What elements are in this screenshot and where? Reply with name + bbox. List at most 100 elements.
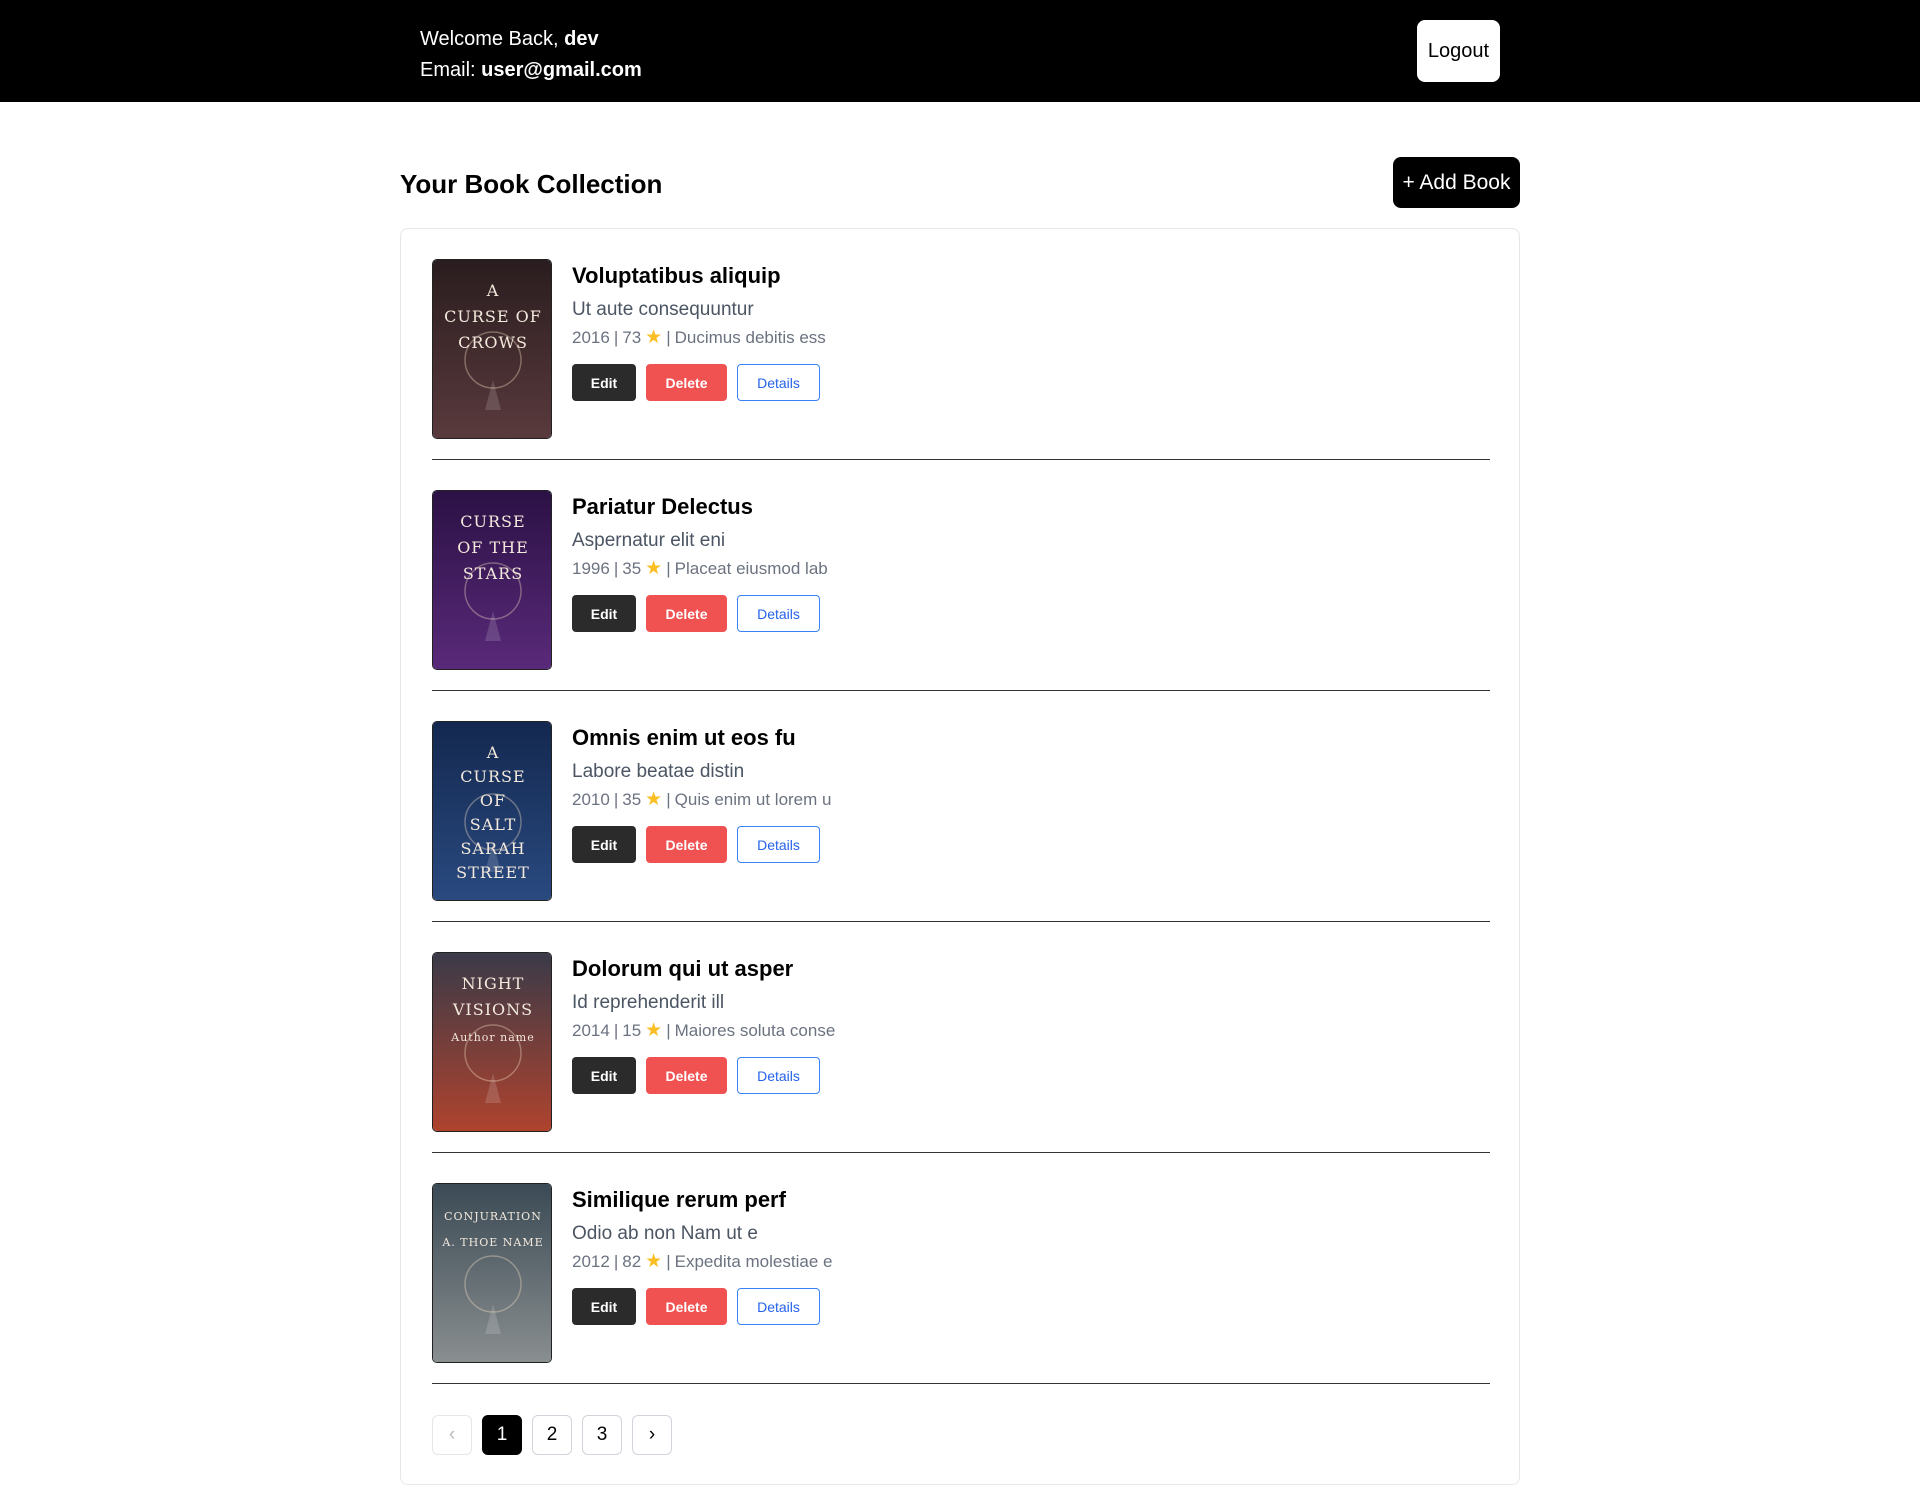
details-button[interactable]: Details <box>737 595 820 632</box>
svg-text:OF: OF <box>480 791 506 810</box>
book-subtitle: Labore beatae distin <box>572 761 745 782</box>
book-cover: CURSE OF THE STARS <box>432 490 552 670</box>
welcome-line: Welcome Back, dev <box>420 24 642 55</box>
email-label: Email: <box>420 59 482 81</box>
details-button[interactable]: Details <box>737 1288 820 1325</box>
separator: | <box>613 1252 619 1271</box>
book-meta: 2010 | 35 ★ | Quis enim ut lorem u <box>572 789 831 811</box>
delete-button[interactable]: Delete <box>646 826 727 863</box>
book-title: Similique rerum perf <box>572 1187 786 1212</box>
details-button[interactable]: Details <box>737 1057 820 1094</box>
svg-text:OF THE: OF THE <box>457 538 529 557</box>
svg-text:SARAH: SARAH <box>460 839 525 858</box>
book-item: A CURSE OF CROWS Voluptatibus aliquip Ut aut… <box>432 259 1490 460</box>
add-book-button[interactable]: + Add Book <box>1393 157 1520 208</box>
book-item: A CURSE OF SALT SARAH STREET Omnis enim ut eos… <box>432 721 1490 922</box>
edit-button[interactable]: Edit <box>572 364 636 401</box>
svg-text:NIGHT: NIGHT <box>462 974 525 993</box>
svg-text:CURSE: CURSE <box>460 767 525 786</box>
page-title: Your Book Collection <box>400 169 663 199</box>
svg-text:CURSE: CURSE <box>460 512 525 531</box>
svg-text:CROWS: CROWS <box>458 333 528 352</box>
book-rating: 73 <box>622 328 642 347</box>
book-cover: A CURSE OF SALT SARAH STREET <box>432 721 552 901</box>
pagination: ‹ 1 2 3 › <box>432 1415 672 1455</box>
book-rating: 82 <box>622 1252 642 1271</box>
svg-text:A: A <box>486 743 500 762</box>
book-subtitle: Id reprehenderit ill <box>572 992 725 1013</box>
book-info: Dolorum qui ut asper Id reprehenderit ill… <box>572 954 835 1094</box>
username: dev <box>564 28 599 50</box>
book-meta: 1996 | 35 ★ | Placeat eiusmod lab <box>572 558 828 580</box>
separator: | <box>613 559 619 578</box>
separator: | <box>666 328 671 347</box>
book-actions: Edit Delete Details <box>572 1057 835 1094</box>
book-year: 2016 <box>572 328 610 347</box>
user-info: Welcome Back, dev Email: user@gmail.com <box>420 24 642 86</box>
welcome-label: Welcome Back, <box>420 28 565 50</box>
chevron-left-icon: ‹ <box>448 1424 456 1445</box>
details-button[interactable]: Details <box>737 826 820 863</box>
book-actions: Edit Delete Details <box>572 364 826 401</box>
book-item: CURSE OF THE STARS Pariatur Delectus Asperna… <box>432 490 1490 691</box>
edit-button[interactable]: Edit <box>572 1057 636 1094</box>
separator: | <box>666 559 671 578</box>
book-list: A CURSE OF CROWS Voluptatibus aliquip Ut aut… <box>432 259 1490 1384</box>
book-year: 1996 <box>572 559 610 578</box>
star-icon: ★ <box>645 558 663 579</box>
book-genre: Quis enim ut lorem u <box>674 790 832 809</box>
edit-button[interactable]: Edit <box>572 826 636 863</box>
book-info: Similique rerum perf Odio ab non Nam ut e… <box>572 1185 832 1325</box>
email-line: Email: user@gmail.com <box>420 55 642 86</box>
page-button-1[interactable]: 1 <box>482 1415 522 1455</box>
book-genre: Ducimus debitis ess <box>674 328 826 347</box>
page-button-3[interactable]: 3 <box>582 1415 622 1455</box>
delete-button[interactable]: Delete <box>646 364 727 401</box>
book-year: 2010 <box>572 790 610 809</box>
book-rating: 35 <box>622 790 642 809</box>
prev-page-button[interactable]: ‹ <box>432 1415 472 1455</box>
delete-button[interactable]: Delete <box>646 595 727 632</box>
book-cover: CONJURATION A. THOE NAME <box>432 1183 552 1363</box>
page-button-2[interactable]: 2 <box>532 1415 572 1455</box>
user-email: user@gmail.com <box>481 59 642 81</box>
details-button[interactable]: Details <box>737 364 820 401</box>
star-icon: ★ <box>645 327 663 348</box>
delete-button[interactable]: Delete <box>646 1057 727 1094</box>
separator: | <box>666 790 671 809</box>
book-info: Omnis enim ut eos fu Labore beatae distin… <box>572 723 831 863</box>
logout-button[interactable]: Logout <box>1417 20 1500 82</box>
edit-button[interactable]: Edit <box>572 595 636 632</box>
next-page-button[interactable]: › <box>632 1415 672 1455</box>
edit-button[interactable]: Edit <box>572 1288 636 1325</box>
book-meta: 2016 | 73 ★ | Ducimus debitis ess <box>572 327 826 349</box>
book-subtitle: Aspernatur elit eni <box>572 530 726 551</box>
svg-text:VISIONS: VISIONS <box>452 1000 533 1019</box>
star-icon: ★ <box>645 1020 663 1041</box>
svg-text:A. THOE NAME: A. THOE NAME <box>441 1236 543 1249</box>
book-cover: A CURSE OF CROWS <box>432 259 552 439</box>
chevron-right-icon: › <box>648 1424 656 1445</box>
book-year: 2012 <box>572 1252 610 1271</box>
book-item: CONJURATION A. THOE NAME Similique rerum p… <box>432 1183 1490 1384</box>
svg-text:SALT: SALT <box>470 815 517 834</box>
book-title: Dolorum qui ut asper <box>572 956 794 981</box>
book-subtitle: Ut aute consequuntur <box>572 299 754 320</box>
book-subtitle: Odio ab non Nam ut e <box>572 1223 758 1244</box>
separator: | <box>613 1021 619 1040</box>
book-year: 2014 <box>572 1021 610 1040</box>
book-genre: Expedita molestiae e <box>674 1252 833 1271</box>
svg-text:Author name: Author name <box>450 1031 535 1044</box>
book-info: Voluptatibus aliquip Ut aute consequuntur… <box>572 261 826 401</box>
svg-text:A: A <box>486 281 500 300</box>
top-bar: Welcome Back, dev Email: user@gmail.com … <box>0 0 1920 102</box>
separator: | <box>666 1021 671 1040</box>
delete-button[interactable]: Delete <box>646 1288 727 1325</box>
book-actions: Edit Delete Details <box>572 1288 832 1325</box>
svg-text:CURSE OF: CURSE OF <box>444 307 542 326</box>
star-icon: ★ <box>645 1251 663 1272</box>
book-actions: Edit Delete Details <box>572 826 831 863</box>
book-genre: Maiores soluta conse <box>674 1021 836 1040</box>
svg-text:STARS: STARS <box>463 564 523 583</box>
book-meta: 2014 | 15 ★ | Maiores soluta conse <box>572 1020 835 1042</box>
